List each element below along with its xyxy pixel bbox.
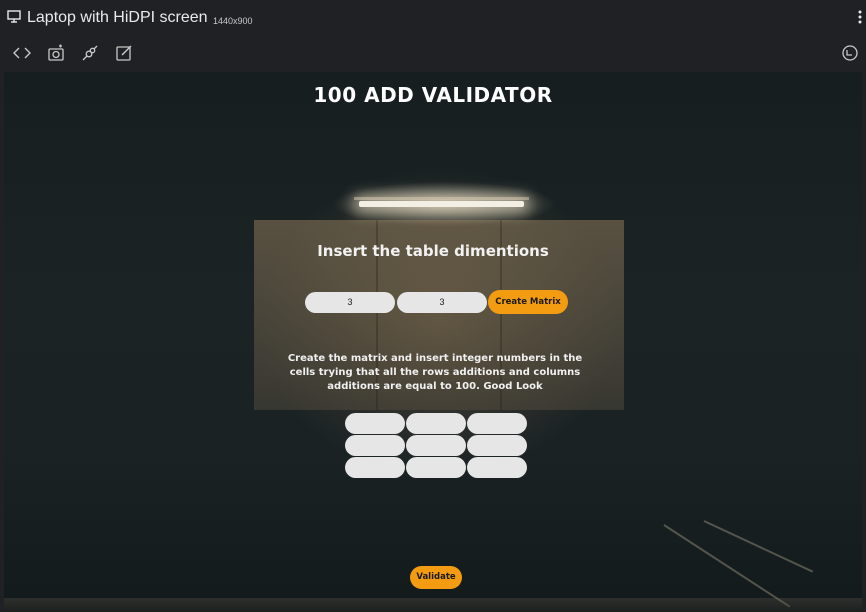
matrix-cell[interactable] xyxy=(345,457,405,478)
device-name: Laptop with HiDPI screen xyxy=(27,9,208,26)
matrix-cell[interactable] xyxy=(406,413,466,434)
matrix-cell[interactable] xyxy=(345,413,405,434)
matrix-cell[interactable] xyxy=(406,435,466,456)
plug-icon[interactable] xyxy=(80,43,100,63)
matrix-cell[interactable] xyxy=(467,457,527,478)
rows-input[interactable]: 3 xyxy=(305,292,395,313)
device-resolution: 1440x900 xyxy=(213,16,253,26)
background-light xyxy=(359,201,524,207)
page-title: 100 ADD VALIDATOR xyxy=(313,83,553,107)
more-vertical-icon[interactable] xyxy=(856,9,864,25)
background-light-bracket xyxy=(354,197,529,200)
device-title-bar: Laptop with HiDPI screen 1440x900 xyxy=(0,0,866,36)
matrix-cell[interactable] xyxy=(467,435,527,456)
page-viewport: 100 ADD VALIDATOR Insert the table dimen… xyxy=(4,72,862,612)
rotate-icon[interactable] xyxy=(840,43,860,63)
matrix-grid xyxy=(345,413,529,479)
monitor-icon xyxy=(7,10,21,23)
background-floor-line xyxy=(703,520,814,573)
columns-input[interactable]: 3 xyxy=(397,292,487,313)
camera-icon[interactable] xyxy=(46,43,66,63)
matrix-cell[interactable] xyxy=(406,457,466,478)
validate-button[interactable]: Validate xyxy=(410,566,462,589)
matrix-cell[interactable] xyxy=(345,435,405,456)
matrix-cell[interactable] xyxy=(467,413,527,434)
instructions-text: Create the matrix and insert integer num… xyxy=(287,353,583,392)
create-matrix-button[interactable]: Create Matrix xyxy=(488,290,568,314)
edit-icon[interactable] xyxy=(114,43,134,63)
code-icon[interactable] xyxy=(12,43,32,63)
dimensions-heading: Insert the table dimentions xyxy=(317,242,549,260)
background-floor-line xyxy=(663,524,791,608)
devtools-toolbar: Laptop with HiDPI screen 1440x900 xyxy=(0,0,866,72)
background-floor-edge xyxy=(4,598,862,612)
